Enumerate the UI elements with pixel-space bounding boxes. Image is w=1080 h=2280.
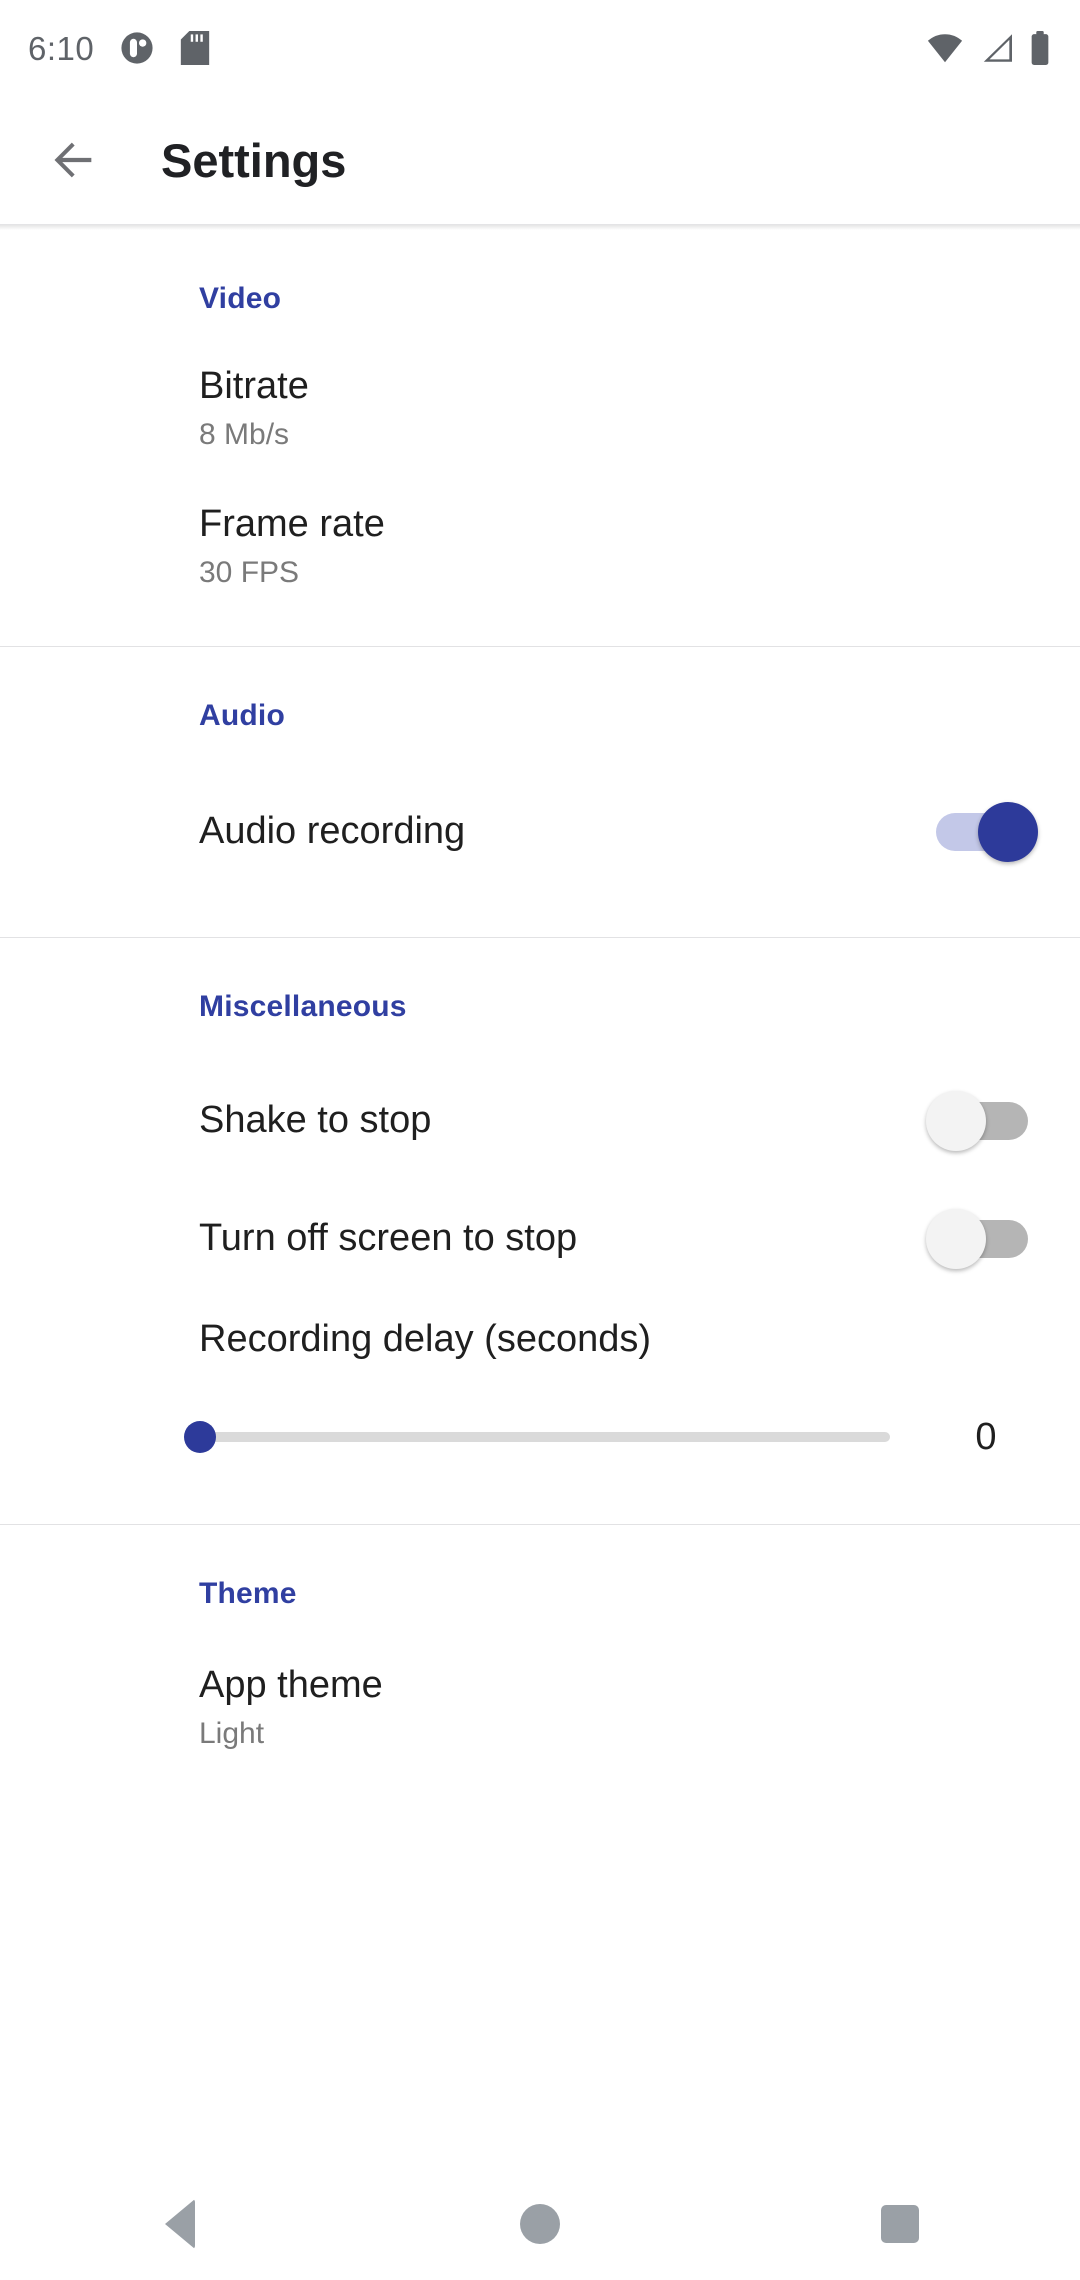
pref-audio-recording[interactable]: Audio recording	[0, 773, 1080, 891]
switch-thumb	[926, 1091, 986, 1151]
status-bar: 6:10	[0, 0, 1080, 96]
pref-app-theme-texts: App theme Light	[199, 1664, 1034, 1752]
switch-shake-to-stop[interactable]	[926, 1091, 1034, 1151]
pref-audio-recording-title: Audio recording	[199, 810, 466, 853]
pref-frame-rate-texts: Frame rate 30 FPS	[199, 503, 1034, 591]
pref-bitrate-texts: Bitrate 8 Mb/s	[199, 365, 1034, 453]
pref-frame-rate-title: Frame rate	[199, 503, 385, 546]
recording-delay-slider[interactable]	[174, 1407, 932, 1467]
system-navigation-bar	[0, 2168, 1080, 2280]
pref-turn-off-screen-to-stop-texts: Turn off screen to stop	[199, 1217, 930, 1261]
pref-bitrate[interactable]: Bitrate 8 Mb/s	[0, 350, 1080, 468]
screen-record-icon	[120, 31, 154, 65]
pref-bitrate-title: Bitrate	[199, 365, 309, 408]
slider-track	[192, 1432, 890, 1442]
pref-frame-rate[interactable]: Frame rate 30 FPS	[0, 488, 1080, 606]
switch-thumb	[978, 802, 1038, 862]
cellular-signal-icon	[980, 33, 1014, 63]
status-bar-left: 6:10	[28, 31, 210, 65]
section-miscellaneous: Miscellaneous Shake to stop Turn off scr…	[0, 938, 1080, 1478]
section-header-audio: Audio	[199, 699, 285, 732]
pref-shake-to-stop-title: Shake to stop	[199, 1099, 432, 1142]
battery-icon	[1030, 31, 1050, 65]
switch-thumb	[926, 1209, 986, 1269]
settings-list: Video Bitrate 8 Mb/s Frame rate 30 FPS A…	[0, 230, 1080, 1767]
pref-frame-rate-summary: 30 FPS	[199, 555, 300, 589]
section-video: Video Bitrate 8 Mb/s Frame rate 30 FPS	[0, 230, 1080, 606]
sd-card-icon	[180, 31, 210, 65]
pref-shake-to-stop[interactable]: Shake to stop	[0, 1062, 1080, 1180]
slider-thumb[interactable]	[184, 1421, 216, 1453]
pref-audio-recording-texts: Audio recording	[199, 810, 930, 854]
recording-delay-value: 0	[975, 1415, 997, 1458]
back-button[interactable]	[34, 120, 114, 200]
section-header-video: Video	[199, 282, 282, 315]
page-title: Settings	[161, 133, 347, 187]
pref-app-theme-title: App theme	[199, 1664, 383, 1707]
switch-turn-off-screen-to-stop[interactable]	[926, 1209, 1034, 1269]
status-bar-right	[926, 31, 1050, 65]
nav-back-button[interactable]	[0, 2168, 360, 2280]
circle-home-icon	[520, 2204, 560, 2244]
switch-audio-recording[interactable]	[930, 802, 1038, 862]
nav-recents-button[interactable]	[720, 2168, 1080, 2280]
pref-app-theme-summary: Light	[199, 1716, 265, 1750]
pref-shake-to-stop-texts: Shake to stop	[199, 1099, 930, 1143]
section-header-miscellaneous: Miscellaneous	[199, 990, 407, 1023]
pref-turn-off-screen-to-stop[interactable]: Turn off screen to stop	[0, 1180, 1080, 1298]
nav-home-button[interactable]	[360, 2168, 720, 2280]
section-theme: Theme App theme Light	[0, 1525, 1080, 1767]
square-recents-icon	[881, 2205, 919, 2243]
pref-recording-delay-title: Recording delay (seconds)	[199, 1318, 652, 1361]
arrow-back-icon	[48, 134, 100, 186]
pref-recording-delay: Recording delay (seconds)	[0, 1298, 1080, 1382]
wifi-icon	[926, 33, 964, 63]
app-toolbar: Settings	[0, 96, 1080, 224]
pref-turn-off-screen-to-stop-title: Turn off screen to stop	[199, 1217, 578, 1260]
recording-delay-slider-row: 0	[0, 1382, 1080, 1478]
section-audio: Audio Audio recording	[0, 647, 1080, 891]
section-header-theme: Theme	[199, 1577, 297, 1610]
triangle-back-icon	[165, 2199, 195, 2249]
pref-recording-delay-texts: Recording delay (seconds)	[199, 1318, 1034, 1362]
pref-bitrate-summary: 8 Mb/s	[199, 417, 290, 451]
pref-app-theme[interactable]: App theme Light	[0, 1649, 1080, 1767]
status-bar-clock: 6:10	[28, 29, 95, 67]
